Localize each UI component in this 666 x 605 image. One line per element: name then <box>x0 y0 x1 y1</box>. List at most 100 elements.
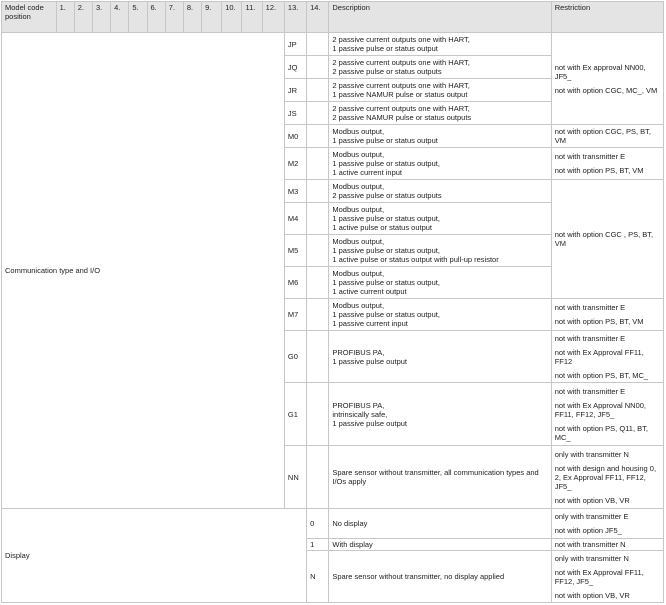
restriction-text: not with Ex Approval NN00, FF11, FF12, J… <box>554 400 647 419</box>
table-body: Communication type and I/O JP 2 passive … <box>0 32 665 603</box>
empty-cell <box>306 298 330 331</box>
empty-cell <box>306 78 330 102</box>
header-pos-8: 8. <box>182 1 203 33</box>
description-cell: PROFIBUS PA, intrinsically safe, 1 passi… <box>328 382 552 446</box>
header-row: Model code position 1. 2. 3. 4. 5. 6. 7.… <box>1 1 665 33</box>
restriction-text: not with design and housing 0, 2, Ex App… <box>554 463 657 491</box>
header-pos-6: 6. <box>146 1 166 33</box>
description-cell: Modbus output, 1 passive pulse or status… <box>328 234 552 267</box>
header-pos-11: 11. <box>241 1 263 33</box>
code-cell: M2 <box>283 147 308 180</box>
description-cell: 2 passive current outputs one with HART,… <box>328 55 552 79</box>
description-cell: PROFIBUS PA, 1 passive pulse output <box>328 330 552 383</box>
code-cell: JS <box>283 101 308 125</box>
model-code-table: Model code position 1. 2. 3. 4. 5. 6. 7.… <box>0 1 665 603</box>
description-cell: 2 passive current outputs one with HART,… <box>328 78 552 102</box>
restriction-cell: not with transmitter N <box>550 538 665 551</box>
restriction-text: not with option PS, BT, VM <box>554 166 644 175</box>
restriction-cell: only with transmitter E not with option … <box>550 508 665 539</box>
empty-cell <box>306 330 330 383</box>
header-pos-2: 2. <box>73 1 93 33</box>
description-cell: Spare sensor without transmitter, all co… <box>328 445 552 509</box>
description-cell: 2 passive current outputs one with HART,… <box>328 101 552 125</box>
restriction-text: not with Ex Approval FF11, FF12, JF5_ <box>554 567 644 586</box>
code-cell: N <box>306 550 330 603</box>
empty-cell <box>306 445 330 509</box>
description-cell: Modbus output, 1 passive pulse or status… <box>328 298 552 331</box>
empty-cell <box>306 55 330 79</box>
description-cell: Modbus output, 1 passive pulse or status… <box>328 124 552 148</box>
header-pos-7: 7. <box>164 1 184 33</box>
code-cell: JQ <box>283 55 308 79</box>
header-pos-1: 1. <box>55 1 75 33</box>
restriction-text: not with option CGC, PS, BT, VM <box>554 127 652 145</box>
restriction-text: not with option CGC, MC_, VM <box>554 85 658 95</box>
description-cell: Modbus output, 2 passive pulse or status… <box>328 179 552 203</box>
restriction-cell: not with option CGC , PS, BT, VM <box>550 179 665 299</box>
restriction-text: only with transmitter N <box>554 553 629 563</box>
code-cell: JP <box>283 32 308 56</box>
restriction-text: not with option VB, VR <box>554 495 630 505</box>
table-wrapper: Model code position 1. 2. 3. 4. 5. 6. 7.… <box>0 0 666 603</box>
restriction-text: not with option PS, BT, MC_ <box>554 370 649 380</box>
empty-cell <box>306 179 330 203</box>
code-cell: G0 <box>283 330 308 383</box>
restriction-text: not with Ex Approval FF11, FF12 <box>554 347 644 366</box>
header-pos-13: 13. <box>283 1 308 33</box>
restriction-text: only with transmitter N <box>554 449 629 459</box>
restriction-text: not with transmitter N <box>554 540 626 549</box>
description-cell: Spare sensor without transmitter, no dis… <box>328 550 552 603</box>
description-cell: Modbus output, 1 passive pulse or status… <box>328 147 552 180</box>
empty-cell <box>306 266 330 299</box>
restriction-text: only with transmitter E <box>554 512 629 521</box>
description-cell: With display <box>328 538 552 551</box>
code-cell: 1 <box>306 538 330 551</box>
header-pos-3: 3. <box>91 1 112 33</box>
group-label-communication: Communication type and I/O <box>1 32 285 509</box>
empty-cell <box>306 101 330 125</box>
header-pos-12: 12. <box>261 1 285 33</box>
restriction-cell: not with transmitter E not with Ex Appro… <box>550 382 665 446</box>
empty-cell <box>306 382 330 446</box>
table-row: Display 0 No display only with transmitt… <box>0 508 665 603</box>
empty-cell <box>306 234 330 267</box>
header-pos-14: 14. <box>306 1 330 33</box>
description-cell: 2 passive current outputs one with HART,… <box>328 32 552 56</box>
restriction-cell: not with option CGC, PS, BT, VM <box>550 124 665 148</box>
restriction-cell: not with transmitter E not with Ex Appro… <box>550 330 665 383</box>
restriction-text: not with option PS, Q11, BT, MC_ <box>554 423 648 442</box>
restriction-text: not with option VB, VR <box>554 590 630 600</box>
restriction-text: not with transmitter E <box>554 303 626 312</box>
code-cell: M4 <box>283 202 308 235</box>
code-cell: M6 <box>283 266 308 299</box>
empty-cell <box>306 124 330 148</box>
restriction-text: not with Ex approval NN00, JF5_ <box>554 62 646 81</box>
header-pos-5: 5. <box>128 1 148 33</box>
description-cell: Modbus output, 1 passive pulse or status… <box>328 266 552 299</box>
header-pos-10: 10. <box>221 1 243 33</box>
empty-cell <box>306 202 330 235</box>
code-cell: M5 <box>283 234 308 267</box>
restriction-cell: only with transmitter N not with Ex Appr… <box>550 550 665 603</box>
restriction-cell: only with transmitter N not with design … <box>550 445 665 509</box>
restriction-cell: not with Ex approval NN00, JF5_ not with… <box>550 32 665 125</box>
restriction-text: not with option CGC , PS, BT, VM <box>554 230 654 248</box>
description-cell: No display <box>328 508 552 539</box>
header-pos-4: 4. <box>110 1 130 33</box>
empty-cell <box>306 32 330 56</box>
description-cell: Modbus output, 1 passive pulse or status… <box>328 202 552 235</box>
table-row: Communication type and I/O JP 2 passive … <box>1 32 665 509</box>
header-description: Description <box>328 1 552 33</box>
code-cell: NN <box>283 445 308 509</box>
restriction-text: not with transmitter E <box>554 152 626 161</box>
header-restriction: Restriction <box>550 1 665 33</box>
restriction-text: not with option PS, BT, VM <box>554 317 644 326</box>
code-cell: M3 <box>283 179 308 203</box>
code-cell: 0 <box>306 508 330 539</box>
restriction-text: not with transmitter E <box>554 386 626 396</box>
code-cell: M7 <box>283 298 308 331</box>
empty-cell <box>306 147 330 180</box>
header-position: Model code position <box>1 1 57 33</box>
restriction-text: not with option JF5_ <box>554 526 622 535</box>
table-header: Model code position 1. 2. 3. 4. 5. 6. 7.… <box>1 1 665 33</box>
